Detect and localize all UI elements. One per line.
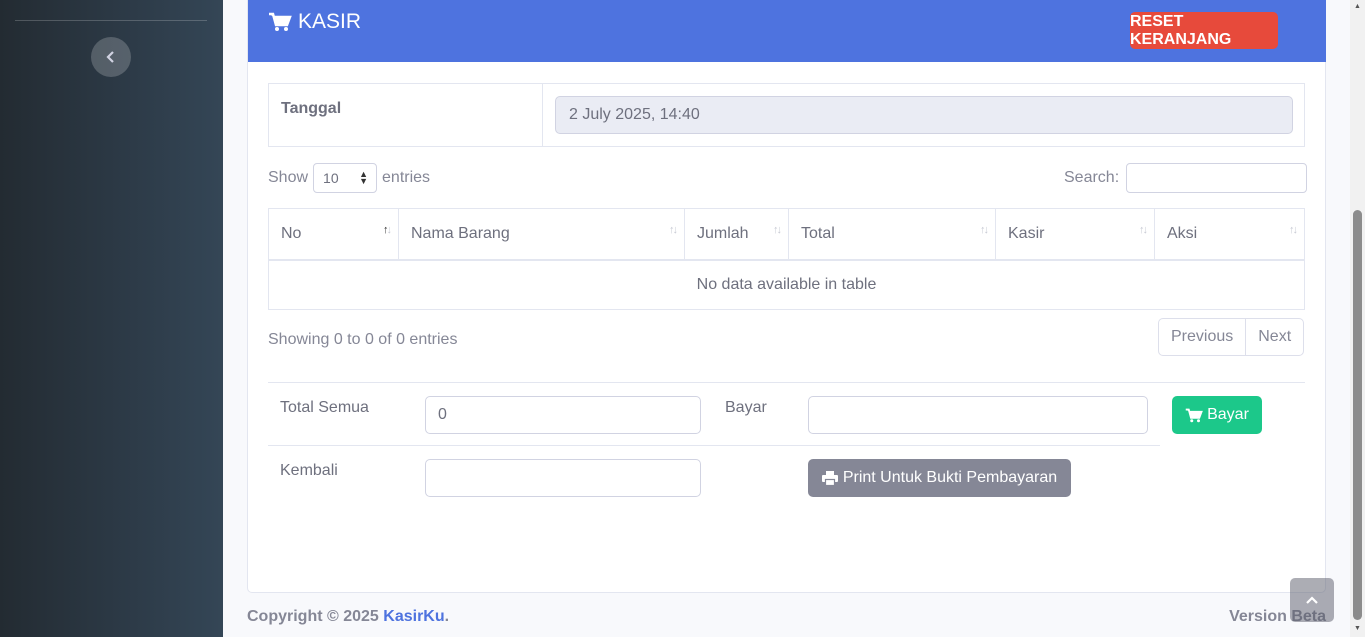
copyright-dot: . xyxy=(444,608,450,625)
card-title-text: KASIR xyxy=(298,10,362,33)
brand-link[interactable]: KasirKu xyxy=(383,608,444,625)
next-page-button[interactable]: Next xyxy=(1245,319,1303,355)
column-label: Aksi xyxy=(1167,225,1198,242)
scrollbar-thumb[interactable] xyxy=(1353,210,1362,620)
sidebar-divider xyxy=(15,20,207,21)
shopping-cart-icon xyxy=(1185,408,1203,422)
column-header-aksi[interactable]: Aksi ↑↓ xyxy=(1155,209,1304,259)
search-input[interactable] xyxy=(1126,163,1308,193)
column-label: Kasir xyxy=(1008,225,1045,242)
entries-length-control: Show 10 ▲ ▼ entries xyxy=(268,163,430,193)
footer: Copyright © 2025 KasirKu. Version Beta xyxy=(247,605,1326,629)
date-label: Tanggal xyxy=(281,100,342,117)
total-semua-field[interactable]: 0 xyxy=(425,396,701,434)
date-separator xyxy=(542,84,543,146)
reset-cart-button[interactable]: RESET KERANJANG xyxy=(1130,12,1278,49)
bayar-button[interactable]: Bayar xyxy=(1172,396,1262,434)
printer-icon xyxy=(821,470,838,486)
sidebar xyxy=(0,0,223,637)
kembali-field[interactable] xyxy=(425,459,701,497)
column-header-jumlah[interactable]: Jumlah ↑↓ xyxy=(685,209,789,259)
column-header-kasir[interactable]: Kasir ↑↓ xyxy=(996,209,1155,259)
bayar-input[interactable] xyxy=(808,396,1148,434)
select-arrows-icon: ▲ ▼ xyxy=(359,169,369,186)
column-header-no[interactable]: No ↑↓ xyxy=(269,209,399,259)
column-label: Jumlah xyxy=(697,225,749,242)
scroll-to-top-button[interactable] xyxy=(1290,578,1334,622)
shopping-cart-icon xyxy=(269,12,292,31)
copyright-text: Copyright © 2025 xyxy=(247,608,379,625)
sort-asc-icon: ↑↓ xyxy=(383,224,392,236)
table-info: Showing 0 to 0 of 0 entries xyxy=(268,331,458,348)
entries-select[interactable]: 10 ▲ ▼ xyxy=(313,163,378,193)
pagination: Previous Next xyxy=(1158,318,1305,356)
previous-page-button[interactable]: Previous xyxy=(1159,319,1245,355)
sort-icon: ↑↓ xyxy=(773,224,782,236)
total-semua-label: Total Semua xyxy=(280,399,369,416)
date-table: Tanggal 2 July 2025, 14:40 xyxy=(268,83,1305,147)
card-title: KASIR xyxy=(268,10,361,34)
column-label: No xyxy=(281,225,302,242)
sort-icon: ↑↓ xyxy=(669,224,678,236)
column-header-total[interactable]: Total ↑↓ xyxy=(789,209,996,259)
print-receipt-button[interactable]: Print Untuk Bukti Pembayaran xyxy=(808,459,1071,497)
card-header: KASIR RESET KERANJANG xyxy=(248,0,1326,62)
scroll-up-arrow-icon[interactable]: ▲ xyxy=(1354,3,1361,10)
cart-table: No ↑↓ Nama Barang ↑↓ Jumlah ↑↓ Total ↑↓ … xyxy=(268,208,1305,310)
entries-label: entries xyxy=(382,169,431,186)
payment-section: Total Semua 0 Bayar Bayar Kembali Print … xyxy=(268,382,1305,509)
show-label: Show xyxy=(268,169,309,186)
kembali-label: Kembali xyxy=(280,462,338,479)
table-search: Search: xyxy=(1064,163,1308,193)
column-label: Nama Barang xyxy=(411,225,510,242)
entries-select-value: 10 xyxy=(323,170,339,186)
bayar-button-label: Bayar xyxy=(1207,406,1249,423)
bayar-label: Bayar xyxy=(725,399,767,416)
empty-table-message: No data available in table xyxy=(696,276,877,293)
chevron-left-icon xyxy=(106,51,114,63)
sort-icon: ↑↓ xyxy=(1139,224,1148,236)
table-header: No ↑↓ Nama Barang ↑↓ Jumlah ↑↓ Total ↑↓ … xyxy=(269,209,1304,261)
sort-icon: ↑↓ xyxy=(1289,224,1298,236)
scroll-down-arrow-icon[interactable]: ▼ xyxy=(1354,625,1361,632)
sidebar-toggle-button[interactable] xyxy=(91,37,131,77)
date-field: 2 July 2025, 14:40 xyxy=(555,96,1293,134)
sort-icon: ↑↓ xyxy=(980,224,989,236)
copyright: Copyright © 2025 KasirKu. xyxy=(247,608,449,626)
chevron-up-icon xyxy=(1306,596,1318,604)
kasir-card: KASIR RESET KERANJANG Tanggal 2 July 202… xyxy=(247,0,1326,593)
column-label: Total xyxy=(801,225,835,242)
print-button-label: Print Untuk Bukti Pembayaran xyxy=(842,469,1058,486)
payment-row-divider xyxy=(268,445,1160,446)
search-label: Search: xyxy=(1064,169,1120,186)
page-scrollbar[interactable]: ▲ ▼ xyxy=(1350,0,1365,637)
column-header-nama-barang[interactable]: Nama Barang ↑↓ xyxy=(399,209,685,259)
